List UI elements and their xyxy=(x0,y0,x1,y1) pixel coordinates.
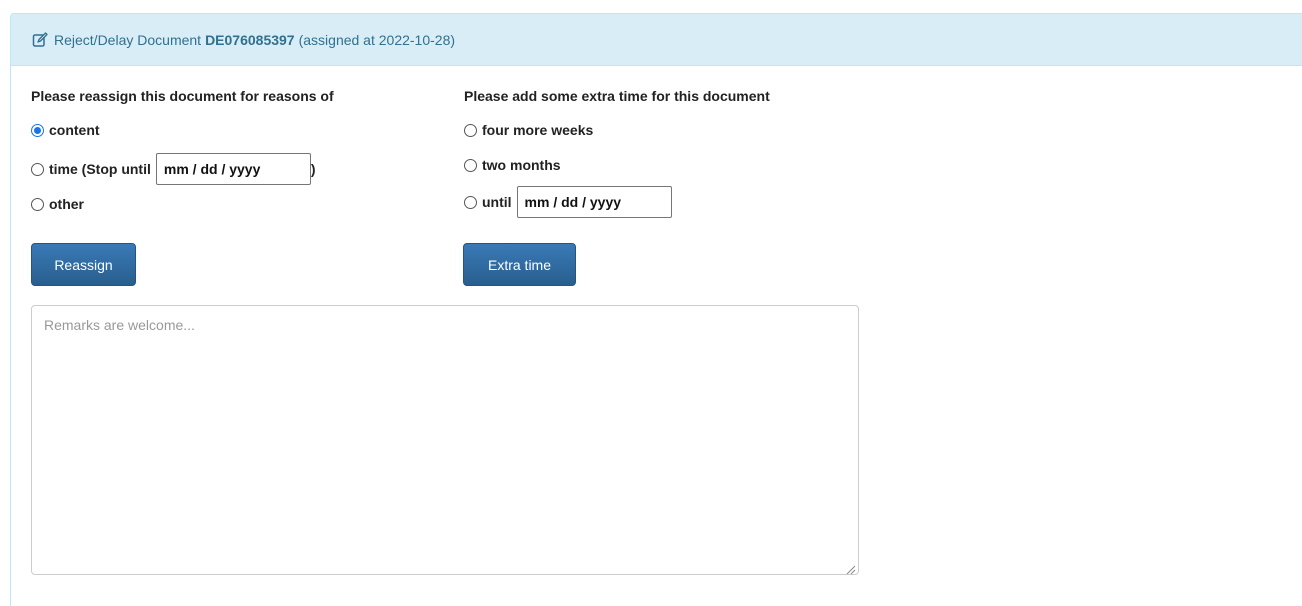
radio-two-months[interactable] xyxy=(464,158,477,172)
extra-time-title: Please add some extra time for this docu… xyxy=(464,88,770,104)
close-paren: ) xyxy=(310,161,316,177)
extra-option-two-months-label: two months xyxy=(482,157,561,173)
reassign-option-other-label: other xyxy=(49,196,84,212)
heading-prefix: Reject/Delay Document xyxy=(54,31,202,48)
extra-option-until-label: until xyxy=(482,194,512,210)
reassign-button[interactable]: Reassign xyxy=(31,243,136,286)
reassign-option-content-label: content xyxy=(49,122,100,138)
radio-other[interactable] xyxy=(31,197,44,211)
remarks-placeholder: Remarks are welcome... xyxy=(44,317,195,333)
reject-delay-panel: Reject/Delay Document DE076085397 (assig… xyxy=(10,13,1302,606)
reassign-option-time[interactable]: time (Stop until mm / dd / yyyy ) xyxy=(31,152,316,186)
radio-time[interactable] xyxy=(31,162,44,176)
heading-assigned-date: (assigned at 2022-10-28) xyxy=(298,31,456,48)
reassign-title: Please reassign this document for reason… xyxy=(31,88,334,104)
document-id: DE076085397 xyxy=(205,31,295,48)
extra-option-until[interactable]: until mm / dd / yyyy xyxy=(464,185,672,219)
extra-option-four-weeks-label: four more weeks xyxy=(482,122,594,138)
extra-time-button[interactable]: Extra time xyxy=(463,243,576,286)
radio-until[interactable] xyxy=(464,195,477,209)
extra-time-section: Please add some extra time for this docu… xyxy=(464,84,770,108)
resize-handle-icon[interactable] xyxy=(846,562,856,575)
reassign-section: Please reassign this document for reason… xyxy=(31,84,334,108)
panel-heading: Reject/Delay Document DE076085397 (assig… xyxy=(11,14,1302,66)
reassign-option-other[interactable]: other xyxy=(31,193,84,215)
remarks-textarea[interactable]: Remarks are welcome... xyxy=(31,305,859,575)
radio-four-more-weeks[interactable] xyxy=(464,123,477,137)
extra-option-two-months[interactable]: two months xyxy=(464,154,561,176)
stop-until-date-placeholder: mm / dd / yyyy xyxy=(163,161,261,177)
stop-until-date-input[interactable]: mm / dd / yyyy xyxy=(155,153,311,185)
reassign-option-time-label: time (Stop until xyxy=(49,161,151,177)
edit-icon xyxy=(32,31,48,48)
extra-until-date-input[interactable]: mm / dd / yyyy xyxy=(516,186,672,218)
reassign-option-content[interactable]: content xyxy=(31,119,100,141)
extra-until-date-placeholder: mm / dd / yyyy xyxy=(524,194,622,210)
radio-content[interactable] xyxy=(31,123,44,137)
extra-option-four-weeks[interactable]: four more weeks xyxy=(464,119,593,141)
